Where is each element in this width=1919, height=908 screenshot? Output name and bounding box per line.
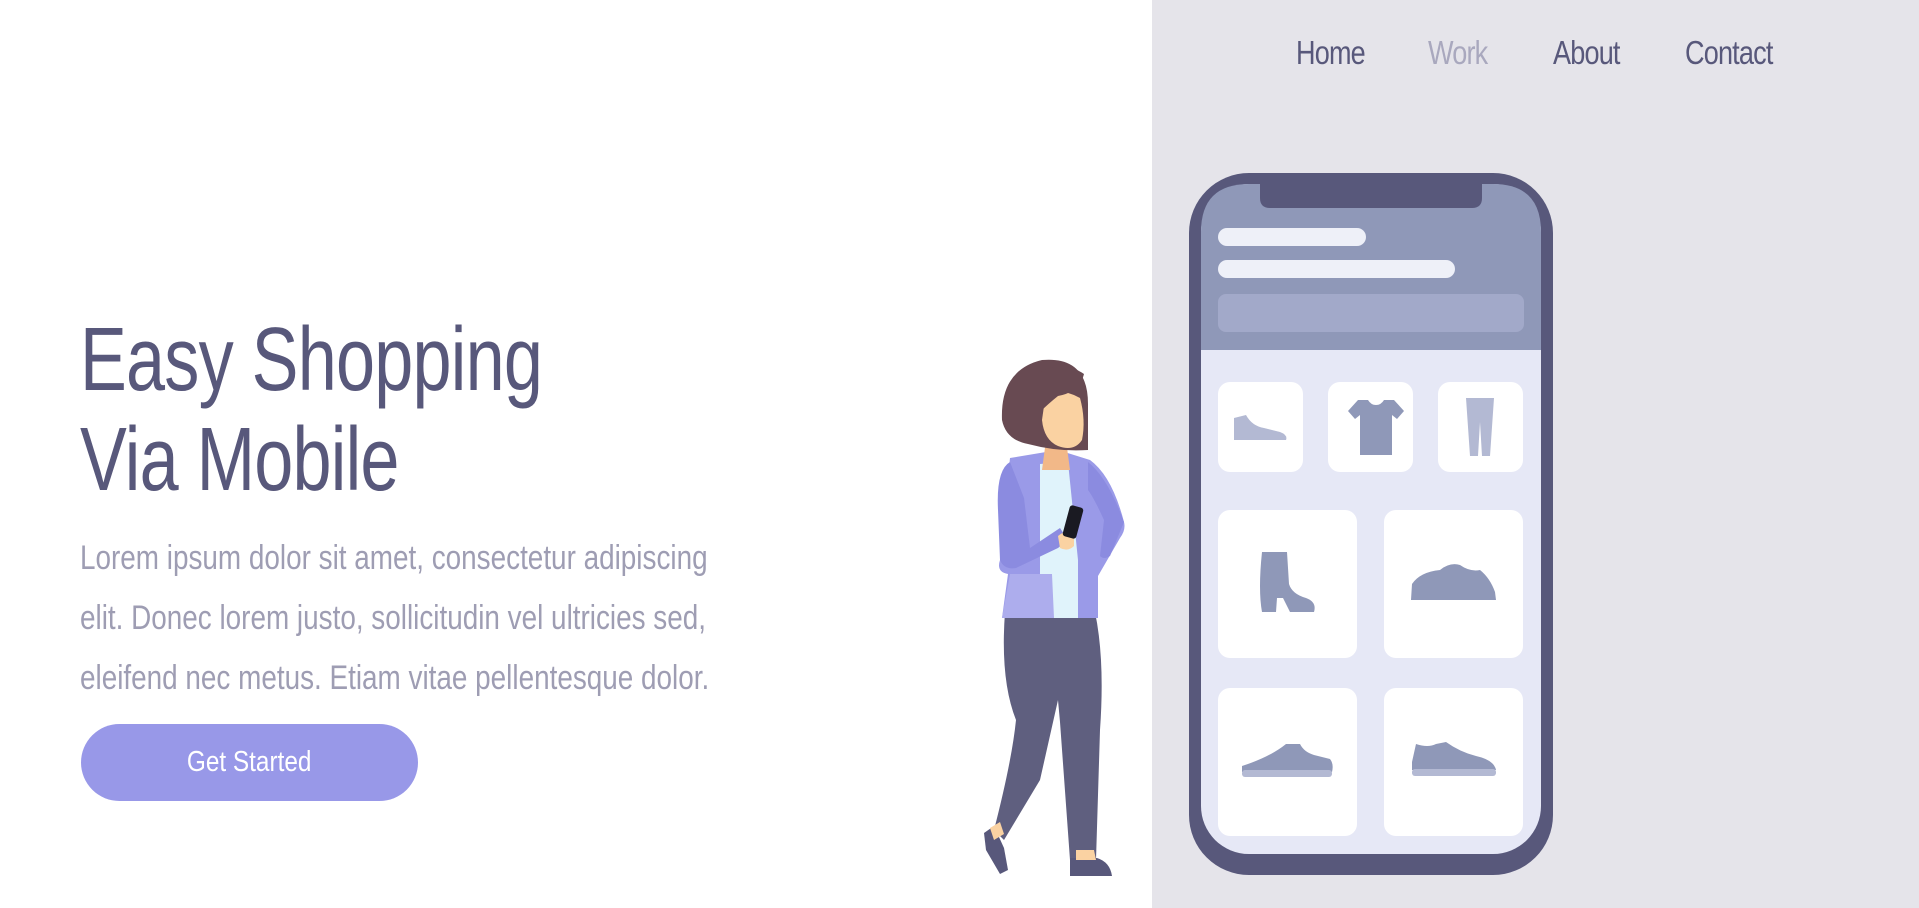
phone-search-box bbox=[1218, 294, 1524, 332]
product-tile bbox=[1218, 382, 1303, 472]
phone-search-bar-line bbox=[1218, 260, 1455, 278]
sneaker-sole bbox=[1412, 769, 1496, 776]
shopping-illustration bbox=[984, 173, 1553, 876]
phone-illustration bbox=[1189, 173, 1553, 875]
phone-search-bar-line bbox=[1218, 228, 1366, 246]
woman-illustration bbox=[984, 359, 1125, 876]
sneaker-sole bbox=[1242, 770, 1332, 777]
